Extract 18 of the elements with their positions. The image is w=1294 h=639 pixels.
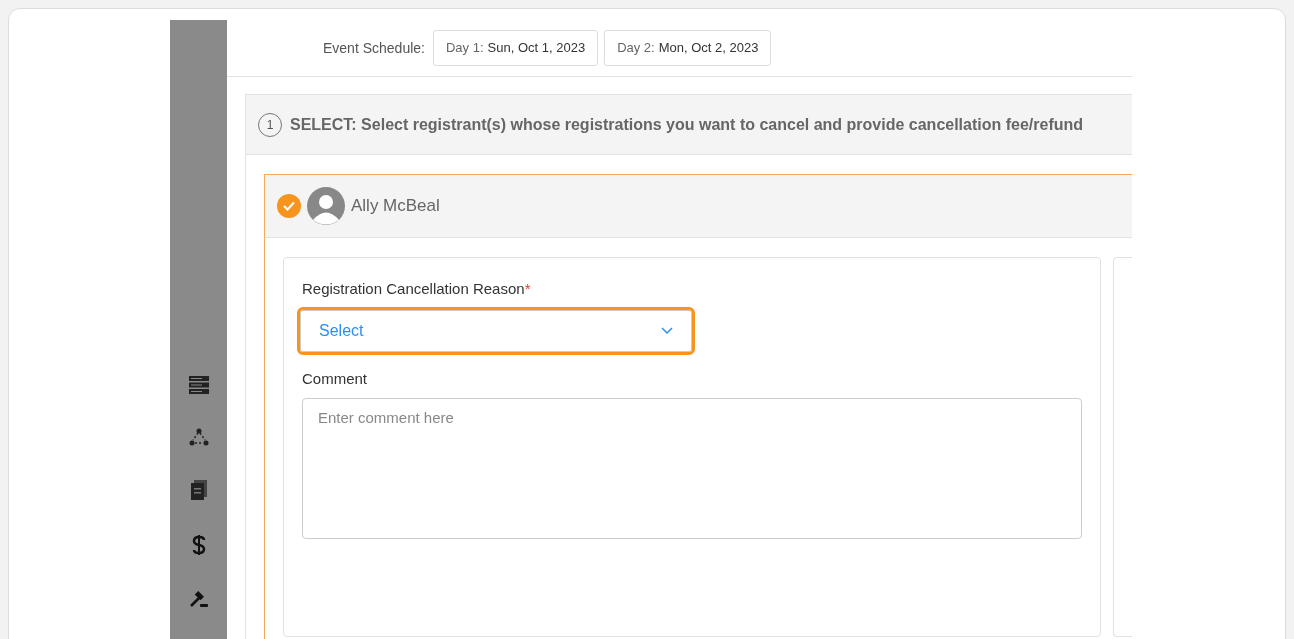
field-label: Registration Cancellation Reason* [302,279,532,299]
chevron-down-icon [661,326,673,335]
avatar-icon [307,187,345,225]
event-schedule-label: Event Schedule: [323,38,425,58]
gavel-icon[interactable] [188,590,209,608]
day-chip: Day 1: Sun, Oct 1, 2023 [432,30,599,66]
checkbox[interactable] [277,194,301,218]
server-icon[interactable] [188,376,209,394]
document-icon[interactable] [190,480,207,500]
day-chip: Day 2: Mon, Oct 2, 2023 [604,30,772,66]
network-icon[interactable] [188,428,209,446]
check-icon [283,201,295,211]
dollar-icon[interactable] [191,534,206,556]
field-label: Comment [302,368,369,389]
reason-select[interactable]: Select [297,306,695,355]
registrant-name: Ally McBeal [351,195,440,218]
step-title: SELECT: Select registrant(s) whose registrations you want to cancel and provide cancellation fee/refund [290,114,1084,135]
comment-field[interactable]: Enter comment here [302,398,1082,539]
